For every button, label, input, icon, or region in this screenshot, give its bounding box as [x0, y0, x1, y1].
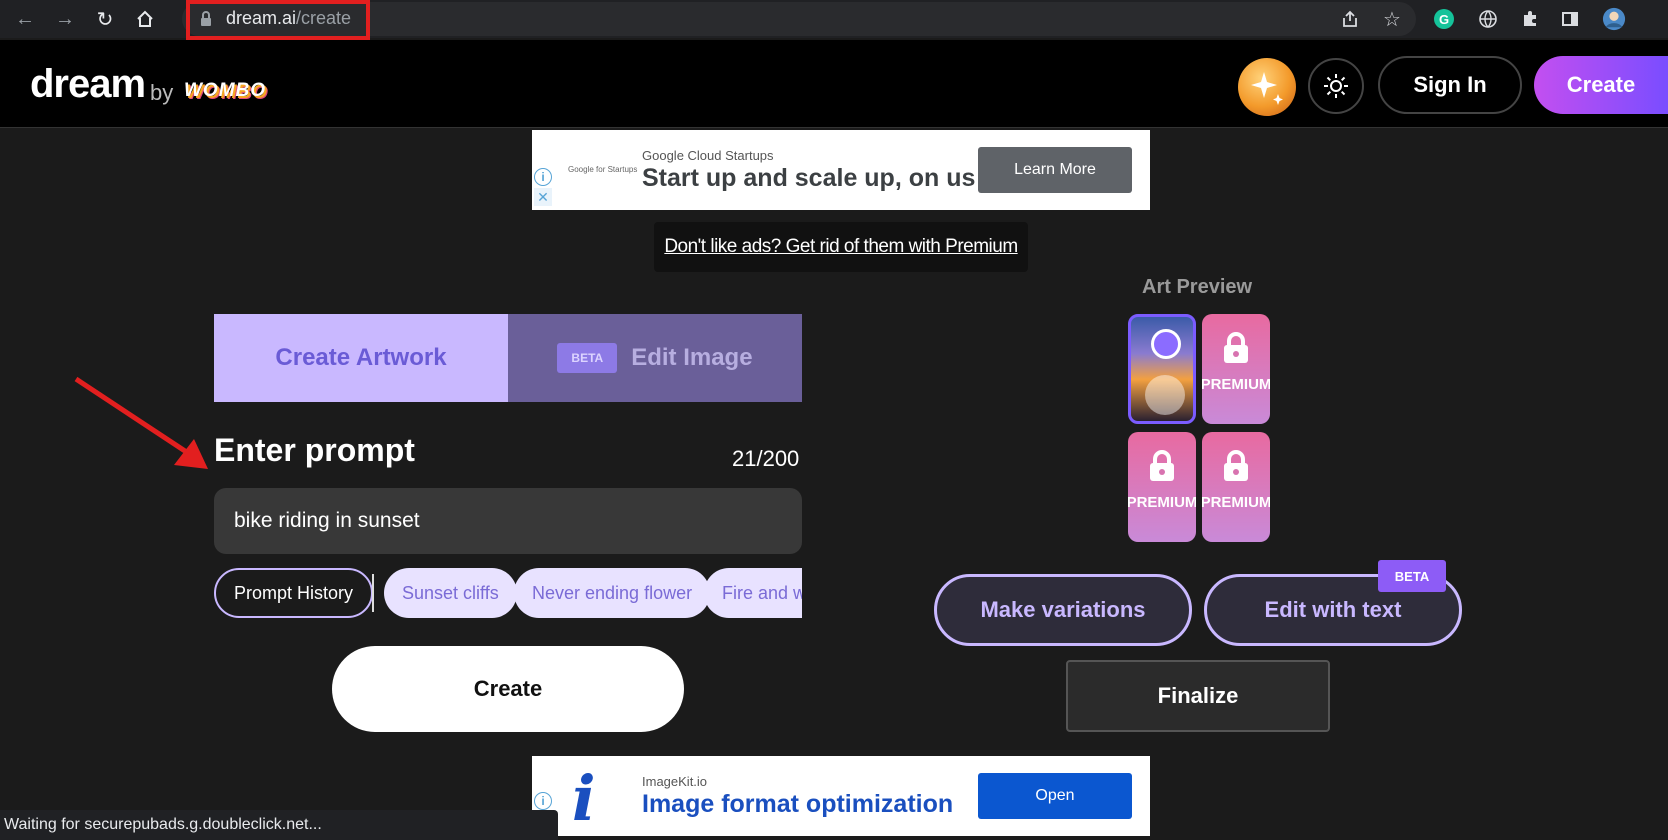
forward-icon[interactable]: →	[52, 6, 78, 32]
home-icon[interactable]	[132, 6, 158, 32]
premium-label: PREMIUM	[1202, 494, 1270, 511]
prompt-history-button[interactable]: Prompt History	[214, 568, 374, 618]
reload-icon[interactable]: ↻	[92, 6, 118, 32]
prompt-counter: 21/200	[732, 446, 800, 471]
art-preview-title: Art Preview	[1142, 276, 1253, 298]
extensions-icon[interactable]	[1518, 7, 1542, 31]
chip-sunset-cliffs[interactable]: Sunset cliffs	[384, 568, 517, 618]
profile-avatar[interactable]	[1602, 7, 1626, 31]
ad-open-button[interactable]: Open	[978, 773, 1132, 819]
mode-tabs: Create Artwork BETA Edit Image	[214, 314, 802, 402]
lock-icon	[1224, 450, 1248, 481]
premium-label: PREMIUM	[1128, 494, 1196, 511]
ad-small-logo: Google for Startups	[568, 165, 638, 174]
lock-icon	[1224, 332, 1248, 363]
premium-label: PREMIUM	[1202, 376, 1270, 393]
globe-icon[interactable]	[1476, 7, 1500, 31]
ad-brand: Google Cloud Startups	[642, 148, 774, 163]
theme-toggle-button[interactable]	[1308, 58, 1364, 114]
sparkle-avatar-icon[interactable]	[1238, 58, 1296, 116]
grammarly-icon[interactable]: G	[1432, 7, 1456, 31]
preview-sun	[1151, 329, 1181, 359]
make-variations-button[interactable]: Make variations	[934, 574, 1192, 646]
page: ← → ↻ dream.ai/create ☆ G dream by WOMBO…	[0, 0, 1668, 840]
prompt-chips: Prompt History Sunset cliffs Never endin…	[214, 568, 802, 620]
lock-icon	[1150, 450, 1174, 481]
ad-learn-more-button[interactable]: Learn More	[978, 147, 1132, 193]
browser-status-bar: Waiting for securepubads.g.doubleclick.n…	[0, 810, 558, 840]
tab-edit-label: Edit Image	[631, 344, 753, 371]
preview-thumb-2[interactable]: PREMIUM	[1202, 314, 1270, 424]
imagekit-logo-icon: i	[572, 762, 596, 835]
preview-thumb-4[interactable]: PREMIUM	[1202, 432, 1270, 542]
ad-headline[interactable]: Image format optimization	[642, 790, 953, 819]
red-arrow-annotation	[74, 376, 208, 469]
prompt-heading: Enter prompt	[214, 432, 415, 468]
beta-badge: BETA	[557, 343, 618, 373]
side-panel-icon[interactable]	[1558, 7, 1582, 31]
prompt-input[interactable]: bike riding in sunset	[214, 488, 802, 554]
svg-text:G: G	[1439, 12, 1449, 27]
finalize-button[interactable]: Finalize	[1066, 660, 1330, 732]
sun-icon	[1324, 74, 1348, 98]
back-icon[interactable]: ←	[12, 6, 38, 32]
preview-rider	[1145, 375, 1185, 415]
tab-edit-image[interactable]: BETA Edit Image	[508, 314, 802, 402]
ad-banner-top[interactable]: i ✕ Google for Startups Google Cloud Sta…	[532, 130, 1150, 210]
ad-close-icon[interactable]: ✕	[534, 188, 552, 206]
logo-wombo: WOMBO	[184, 80, 267, 101]
ad-brand: ImageKit.io	[642, 774, 708, 789]
ad-headline[interactable]: Start up and scale up, on us	[642, 164, 975, 193]
chip-fire-and-water[interactable]: Fire and water	[704, 568, 802, 618]
ad-info-icon[interactable]: i	[534, 792, 552, 810]
preview-thumb-3[interactable]: PREMIUM	[1128, 432, 1196, 542]
star-icon[interactable]: ☆	[1380, 7, 1404, 31]
browser-toolbar: ← → ↻ dream.ai/create ☆ G	[0, 0, 1668, 40]
header-create-button[interactable]: Create	[1534, 56, 1668, 114]
share-icon[interactable]	[1338, 7, 1362, 31]
chip-divider	[372, 574, 374, 612]
chip-never-ending-flower[interactable]: Never ending flower	[514, 568, 711, 618]
logo-by: by	[150, 80, 174, 105]
ad-banner-bottom[interactable]: i i ImageKit.io Image format optimizatio…	[532, 756, 1150, 836]
logo-dream[interactable]: dream	[30, 62, 146, 107]
edit-with-text-beta-badge: BETA	[1378, 560, 1446, 592]
create-button[interactable]: Create	[332, 646, 684, 732]
tab-create-artwork[interactable]: Create Artwork	[214, 314, 508, 402]
premium-link[interactable]: Don't like ads? Get rid of them with Pre…	[654, 222, 1028, 272]
sign-in-button[interactable]: Sign In	[1378, 56, 1522, 114]
ad-info-icon[interactable]: i	[534, 168, 552, 186]
url-highlight-box	[186, 0, 370, 40]
preview-thumb-1[interactable]	[1128, 314, 1196, 424]
